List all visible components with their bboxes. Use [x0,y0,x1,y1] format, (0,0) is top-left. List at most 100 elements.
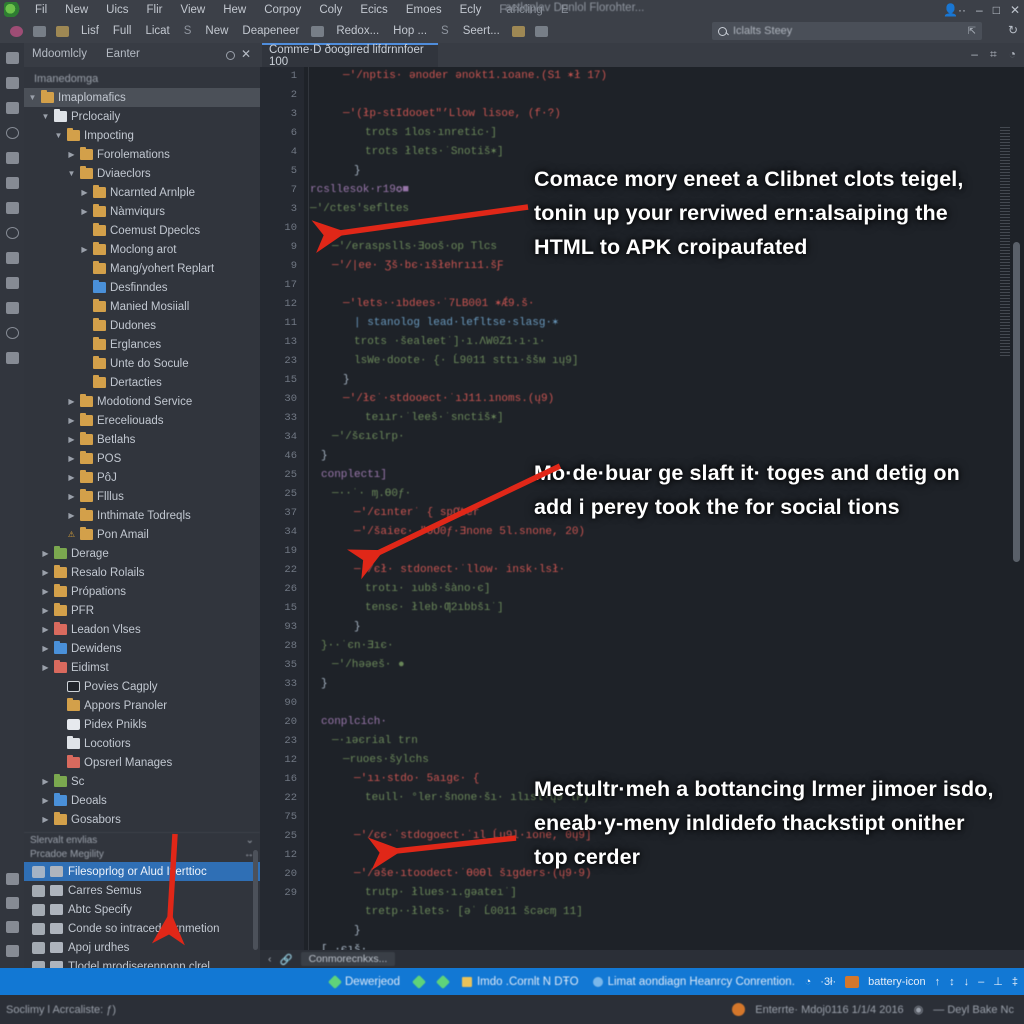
layout-icon[interactable] [5,176,20,190]
tree-item-11[interactable]: Manied Mosiiall [24,297,260,316]
code-line[interactable]: ─'/єł· stdonect·ˈllow· insk·lsł· [304,561,1024,580]
phone-icon[interactable] [5,226,20,240]
build-variants-icon[interactable] [5,944,20,958]
code-line[interactable]: trots ·šealeetˈ]·ı.ΛW0Z1·ı·ı· [304,333,1024,352]
menu-item-7[interactable]: Coly [310,3,351,17]
globe-icon[interactable]: ◉ [914,1003,924,1016]
code-line[interactable]: trots 1los·ınretic·] [304,124,1024,143]
back-icon[interactable]: ‹ [268,953,272,965]
more-icon[interactable]: ◔ [1009,47,1016,62]
code-line[interactable]: } [304,371,1024,390]
chevron-right-icon[interactable]: ▶ [80,207,89,216]
add-icon[interactable] [5,326,20,340]
chevron-right-icon[interactable]: ▶ [41,568,50,577]
close-button[interactable]: ✕ [1010,3,1020,17]
tree-item-10[interactable]: Desfinndes [24,278,260,297]
chevron-right-icon[interactable]: ▶ [67,416,76,425]
chevron-right-icon[interactable]: ▶ [41,549,50,558]
editor-vertical-scrollbar[interactable] [1013,242,1020,562]
menu-item-10[interactable]: Ecly [451,3,491,17]
toolbar-item-12[interactable]: S [434,25,456,37]
tree-item-15[interactable]: Dertacties [24,373,260,392]
code-line[interactable]: } [304,675,1024,694]
chevron-right-icon[interactable]: ▶ [67,454,76,463]
code-line[interactable]: lsWe·doote· {· Ĺ9011 sttı·ššм ıų9] [304,352,1024,371]
tree-item-5[interactable]: ▶ Ncarnted Arnlple [24,183,260,202]
tree-item-30[interactable]: ▶ Eidimst [24,658,260,677]
sync-icon[interactable] [8,24,25,39]
tree-item-2[interactable]: ▼ Impocting [24,126,260,145]
tree-item-22[interactable]: ▶ Inthimate Todreqls [24,506,260,525]
tree-item-27[interactable]: ▶ PFR [24,601,260,620]
tree-item-36[interactable]: ▶ Sc [24,772,260,791]
toolbar-item-11[interactable]: Hop ... [386,25,434,37]
tree-item-34[interactable]: Locotiors [24,734,260,753]
lower-panel-scrollbar[interactable] [253,850,258,950]
toolbar-item-3[interactable]: Lisf [74,25,106,37]
refresh-icon[interactable]: ↻ [1008,23,1018,37]
tray-icon-5[interactable]: ↓ [964,976,970,988]
chevron-right-icon[interactable]: ▶ [67,397,76,406]
account-icon[interactable]: 👤·· [943,3,966,17]
tree-item-16[interactable]: ▶ Modotiond Service [24,392,260,411]
tree-item-26[interactable]: ▶ Própations [24,582,260,601]
device-file-icon[interactable] [5,301,20,315]
code-line[interactable]: ─ruoes·šylchs [304,751,1024,770]
tree-item-25[interactable]: ▶ Resalo Rolails [24,563,260,582]
menu-item-8[interactable]: Ecics [351,3,396,17]
structure-icon[interactable] [5,76,20,90]
code-line[interactable] [304,694,1024,713]
chevron-right-icon[interactable]: ▶ [41,777,50,786]
code-line[interactable]: ─'/šaieє· "ƟƠ0ƒ·Ǝnone 5l.snone, 20) [304,523,1024,542]
tray-icon-8[interactable]: ‡ [1012,976,1018,988]
search-input[interactable]: Iclalts Steey [733,25,792,37]
chevron-right-icon[interactable]: ▶ [41,796,50,805]
toolbar-item-13[interactable]: Seert... [456,25,507,37]
taskbar-tray[interactable]: ◔ ·3ł· battery-icon ↑ ↕ ↓ – ⊥ ‡ [805,975,1018,988]
code-line[interactable]: } [304,922,1024,941]
code-line[interactable]: } [304,618,1024,637]
toolbar-item-10[interactable]: Redox... [329,25,386,37]
taskbar-item-3[interactable]: Imdo .Cornlt N DŦO [461,976,579,988]
favorites-icon[interactable] [5,101,20,115]
tree-item-37[interactable]: ▶ Deoals [24,791,260,810]
chevron-right-icon[interactable]: ▶ [41,606,50,615]
chevron-down-icon[interactable]: ▼ [54,131,63,140]
tree-item-24[interactable]: ▶ Derage [24,544,260,563]
chevron-right-icon[interactable]: ▶ [41,625,50,634]
code-line[interactable] [304,542,1024,561]
code-line[interactable]: teıır·ˈleeš·ˈsnctiš✶] [304,409,1024,428]
tree-item-1[interactable]: ▼ Prclocaily [24,107,260,126]
lower-panel-item-4[interactable]: Apoj urdhes [24,938,260,957]
tree-item-29[interactable]: ▶ Dewidens [24,639,260,658]
menu-item-5[interactable]: Hew [214,3,255,17]
menu-item-6[interactable]: Corpoy [255,3,310,17]
tree-item-9[interactable]: Mang/yohert Replart [24,259,260,278]
chevron-down-icon[interactable]: ▼ [28,93,37,102]
chevron-right-icon[interactable]: ▶ [41,644,50,653]
gradle-icon[interactable] [5,201,20,215]
lower-panel-item-0[interactable]: Filesoprlog or Alud Ifierttioc [24,862,260,881]
tree-item-38[interactable]: ▶ Gosabors [24,810,260,829]
taskbar-item-0[interactable]: Dewerjeod [327,974,400,989]
code-line[interactable]: trots łlets·ˈSnotiš✶] [304,143,1024,162]
menu-item-4[interactable]: View [172,3,215,17]
chevron-right-icon[interactable]: ▶ [67,473,76,482]
code-line[interactable]: ─·ıəєrial trn [304,732,1024,751]
chevron-right-icon[interactable]: ▶ [67,511,76,520]
code-line[interactable]: | stanolog lead·lefltse·slasg·✶ [304,314,1024,333]
tree-item-19[interactable]: ▶ POS [24,449,260,468]
code-line[interactable] [304,276,1024,295]
chevron-right-icon[interactable]: ▶ [41,587,50,596]
code-line[interactable] [304,86,1024,105]
menu-item-9[interactable]: Emoes [397,3,451,17]
tree-item-21[interactable]: ▶ Flllus [24,487,260,506]
terminal-bottom-icon[interactable] [5,896,20,910]
record-icon[interactable] [226,51,235,60]
menu-item-1[interactable]: New [56,3,97,17]
tray-alert-icon[interactable] [845,975,860,988]
project-tree-panel[interactable]: Imanedomga ▼ Imaplomafics ▼ Prclocaily ▼ Impo… [24,67,260,832]
toolbar-item-8[interactable]: Deapeneer [235,25,306,37]
search-box[interactable]: Iclalts Steey ⇱ [712,22,982,40]
toolbar-item-6[interactable]: S [177,25,199,37]
